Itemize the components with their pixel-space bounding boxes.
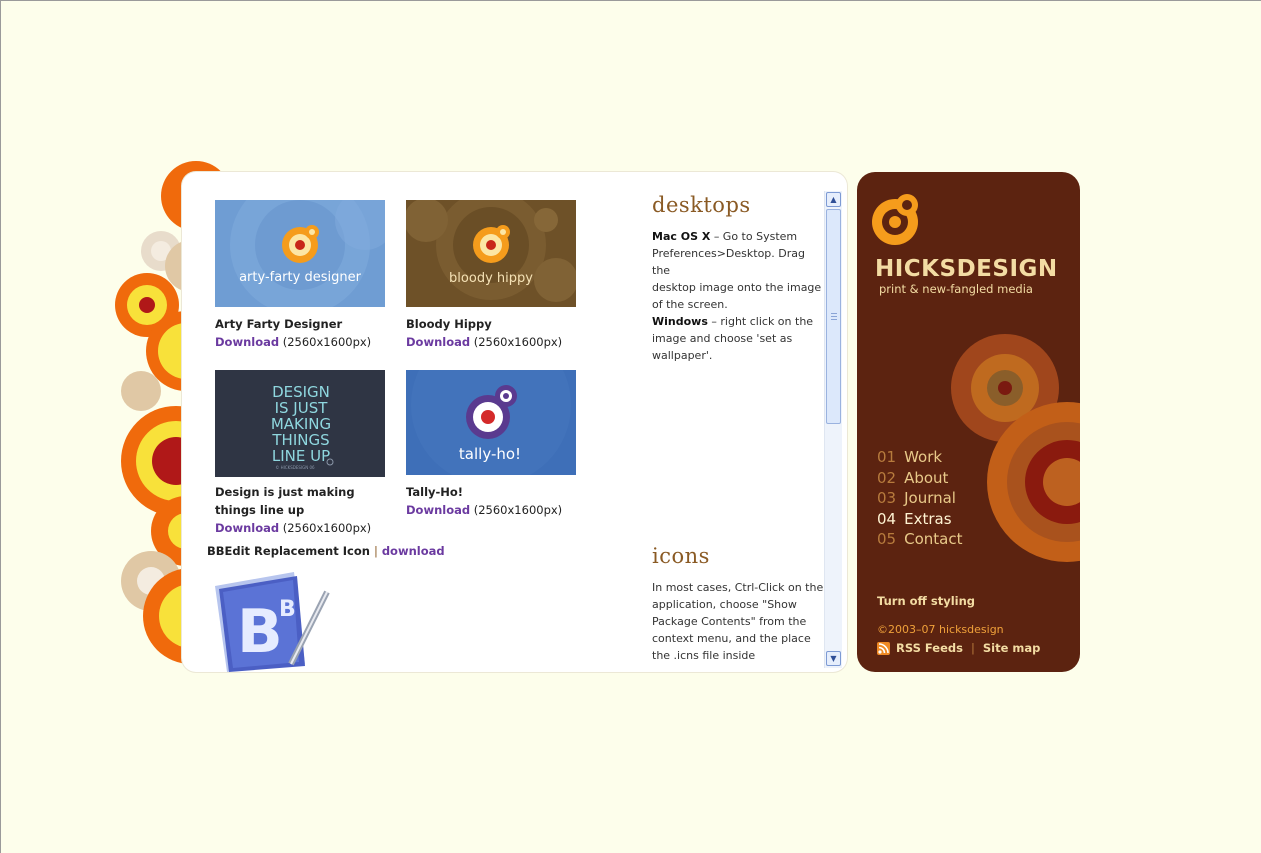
wallpaper-thumbnail-design-lines[interactable]: DESIGN IS JUST MAKING THINGS LINE UP © H… xyxy=(215,370,385,477)
windows-instruction-line: image and choose 'set as xyxy=(652,332,793,345)
bbedit-icon[interactable]: B B xyxy=(209,564,334,672)
nav-label: Extras xyxy=(904,509,952,528)
mac-instruction-line: of the screen. xyxy=(652,298,728,311)
bbedit-icon-super: B xyxy=(279,597,296,622)
mac-instruction-line: desktop image onto the image xyxy=(652,281,822,294)
bbedit-download-link[interactable]: download xyxy=(382,544,445,558)
site-map-link[interactable]: Site map xyxy=(983,641,1041,655)
copyright: ©2003–07 hicksdesign xyxy=(877,623,1004,636)
nav-number: 01 xyxy=(877,448,897,466)
bbedit-row: BBEdit Replacement Icon | download xyxy=(207,544,445,558)
brand-logo-text[interactable]: HICKSDESIGN xyxy=(875,256,1058,282)
nav-item-about[interactable]: 02 About xyxy=(877,469,962,490)
nav-item-journal[interactable]: 03 Journal xyxy=(877,489,962,510)
nav-item-contact[interactable]: 05 Contact xyxy=(877,530,962,551)
tally-ho-thumb-text: tally-ho! xyxy=(459,445,521,463)
icons-instructions: In most cases, Ctrl-Click on the applica… xyxy=(652,579,824,664)
nav-number: 03 xyxy=(877,489,897,507)
download-link[interactable]: Download xyxy=(406,335,470,349)
bloody-hippy-thumb-text: bloody hippy xyxy=(449,271,533,286)
nav-label: Journal xyxy=(904,489,956,507)
icons-instruction-line: In most cases, Ctrl-Click on the xyxy=(652,581,824,594)
wallpaper-thumbnail-arty-farty[interactable]: arty-farty designer xyxy=(215,200,385,307)
nav-label: Contact xyxy=(904,530,963,548)
bbedit-label: BBEdit Replacement Icon xyxy=(207,544,370,558)
icons-instruction-line: Package Contents" from the xyxy=(652,615,807,628)
mac-os-label: Mac OS X xyxy=(652,230,711,243)
windows-instruction-line: – right click on the xyxy=(711,315,814,328)
nav-number: 05 xyxy=(877,530,897,548)
wallpaper-size: (2560x1600px) xyxy=(473,335,563,349)
arty-farty-thumb-text: arty-farty designer xyxy=(239,270,361,285)
wallpaper-download-row: Download (2560x1600px) xyxy=(406,501,562,519)
design-lines-image: DESIGN IS JUST MAKING THINGS LINE UP © H… xyxy=(215,370,385,475)
tally-ho-image: tally-ho! xyxy=(406,370,576,477)
bbedit-icon-letter: B xyxy=(237,597,283,667)
bloody-hippy-image: bloody hippy xyxy=(406,200,576,307)
nav-label: Work xyxy=(904,448,943,466)
turn-off-styling-link[interactable]: Turn off styling xyxy=(877,594,975,608)
scroll-up-button[interactable]: ▲ xyxy=(826,192,841,207)
separator: | xyxy=(970,641,975,655)
separator: | xyxy=(373,544,378,558)
windows-instruction-line: wallpaper'. xyxy=(652,349,713,362)
icons-instruction-line: application, choose "Show xyxy=(652,598,797,611)
content-panel: arty-farty designer Arty Farty Designer … xyxy=(182,172,847,672)
rss-icon[interactable] xyxy=(877,641,890,655)
sidebar: HICKSDESIGN print & new-fangled media 01… xyxy=(857,172,1080,672)
wallpaper-title: Bloody Hippy xyxy=(406,317,492,331)
mac-instruction-line: – Go to System xyxy=(713,230,798,243)
scroll-down-button[interactable]: ▼ xyxy=(826,651,841,666)
icons-heading: icons xyxy=(652,544,710,568)
rss-feeds-link[interactable]: RSS Feeds xyxy=(896,641,963,655)
nav-number: 02 xyxy=(877,468,897,487)
wallpaper-title: Design is just making xyxy=(215,485,355,499)
wallpaper-thumbnail-bloody-hippy[interactable]: bloody hippy xyxy=(406,200,576,307)
wallpaper-size: (2560x1600px) xyxy=(282,335,372,349)
nav-label: About xyxy=(904,468,949,487)
nav-number: 04 xyxy=(877,509,897,528)
download-link[interactable]: Download xyxy=(215,521,279,535)
windows-label: Windows xyxy=(652,315,708,328)
nav-item-work[interactable]: 01 Work xyxy=(877,448,962,469)
scroll-thumb[interactable] xyxy=(826,209,841,424)
wallpaper-size: (2560x1600px) xyxy=(282,521,372,535)
arty-farty-image: arty-farty designer xyxy=(215,200,385,307)
desktops-heading: desktops xyxy=(652,193,751,217)
wallpaper-title: Arty Farty Designer xyxy=(215,317,343,331)
wallpaper-download-row: Download (2560x1600px) xyxy=(215,519,371,537)
wallpaper-title: Tally-Ho! xyxy=(406,485,464,499)
download-link[interactable]: Download xyxy=(215,335,279,349)
icons-instruction-line: the .icns file inside xyxy=(652,649,756,662)
icons-instruction-line: context menu, and the place xyxy=(652,632,811,645)
wallpaper-download-row: Download (2560x1600px) xyxy=(406,333,562,351)
download-link[interactable]: Download xyxy=(406,503,470,517)
brand-tagline: print & new-fangled media xyxy=(879,282,1033,296)
wallpaper-thumbnail-tally-ho[interactable]: tally-ho! xyxy=(406,370,576,477)
wallpaper-size: (2560x1600px) xyxy=(473,503,563,517)
wallpaper-title: things line up xyxy=(215,503,305,517)
design-thumb-copyright: © HICKSDESIGN 06 xyxy=(275,465,315,470)
desktops-instructions: Mac OS X – Go to System Preferences>Desk… xyxy=(652,228,824,364)
wallpaper-download-row: Download (2560x1600px) xyxy=(215,333,371,351)
grip-icon xyxy=(831,313,837,320)
mac-instruction-line: Preferences>Desktop. Drag the xyxy=(652,247,805,277)
design-thumb-line: LINE UP xyxy=(272,447,330,465)
nav-item-extras[interactable]: 04 Extras xyxy=(877,510,962,531)
vertical-scrollbar[interactable]: ▲ ▼ xyxy=(824,191,842,668)
main-nav: 01 Work 02 About 03 Journal 04 Extras 05 Cont… xyxy=(877,448,962,551)
footer-links: RSS Feeds | Site map xyxy=(877,641,1040,655)
